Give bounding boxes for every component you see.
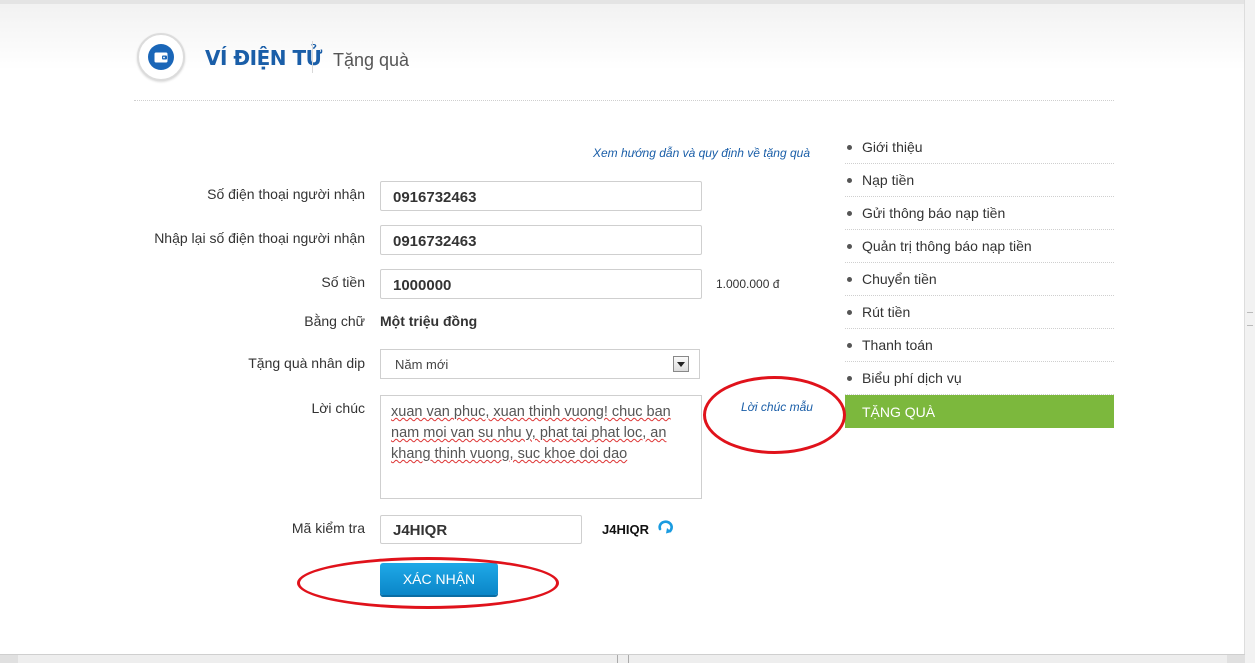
bullet-icon — [847, 178, 852, 183]
sidebar-item-label: Thanh toán — [862, 337, 933, 353]
occasion-selected-value: Năm mới — [395, 357, 449, 372]
sidebar-item-bieu-phi[interactable]: Biểu phí dịch vụ — [845, 362, 1114, 395]
occasion-select[interactable]: Năm mới — [380, 349, 700, 379]
dropdown-arrow-icon[interactable] — [673, 356, 689, 372]
sidebar-item-nap-tien[interactable]: Nạp tiền — [845, 164, 1114, 197]
wallet-logo — [137, 33, 185, 81]
bullet-icon — [847, 376, 852, 381]
amount-input[interactable]: 1000000 — [380, 269, 702, 299]
scroll-left-icon[interactable] — [0, 655, 18, 663]
browser-top-edge — [0, 0, 1255, 4]
annotation-ellipse-sample — [703, 376, 846, 454]
sidebar-item-label: Chuyển tiền — [862, 271, 937, 287]
refresh-icon[interactable] — [656, 518, 676, 536]
sidebar-item-tang-qua[interactable]: TẶNG QUÀ — [845, 395, 1114, 428]
captcha-label: Mã kiểm tra — [291, 520, 365, 536]
bullet-icon — [847, 343, 852, 348]
page-subtitle: Tặng quà — [333, 50, 410, 70]
sidebar-item-label: Biểu phí dịch vụ — [862, 370, 962, 386]
sidebar-item-label: Nạp tiền — [862, 172, 915, 188]
occasion-label: Tặng quà nhân dip — [248, 355, 365, 371]
scroll-right-icon[interactable] — [1227, 655, 1245, 663]
sidebar-item-thanh-toan[interactable]: Thanh toán — [845, 329, 1114, 362]
sidebar-item-gui-thong-bao[interactable]: Gửi thông báo nạp tiền — [845, 197, 1114, 230]
phone-input[interactable]: 0916732463 — [380, 181, 702, 211]
sidebar-item-label: Rút tiền — [862, 304, 911, 320]
sidebar-menu: Giới thiệu Nạp tiền Gửi thông báo nạp ti… — [845, 131, 1114, 428]
phone-confirm-input[interactable]: 0916732463 — [380, 225, 702, 255]
captcha-image: J4HIQR — [602, 522, 649, 537]
bullet-icon — [847, 211, 852, 216]
bullet-icon — [847, 145, 852, 150]
amount-formatted: 1.000.000 đ — [716, 277, 780, 291]
sidebar-item-label: Quản trị thông báo nạp tiền — [862, 238, 1032, 254]
sidebar-item-quan-tri-thong-bao[interactable]: Quản trị thông báo nạp tiền — [845, 230, 1114, 263]
amount-in-words: Một triệu đồng — [380, 313, 478, 329]
sidebar-item-label: Gửi thông báo nạp tiền — [862, 205, 1006, 221]
sidebar-item-label: Giới thiệu — [862, 139, 923, 155]
bullet-icon — [847, 310, 852, 315]
captcha-input[interactable]: J4HIQR — [380, 515, 582, 544]
message-label: Lời chúc — [311, 400, 365, 416]
wallet-icon — [148, 44, 174, 70]
phone-label: Số điện thoại người nhận — [207, 186, 365, 202]
header-separator — [134, 100, 1114, 101]
bullet-icon — [847, 244, 852, 249]
scroll-grip[interactable] — [617, 655, 629, 663]
sidebar-item-gioi-thieu[interactable]: Giới thiệu — [845, 131, 1114, 164]
header-divider — [312, 41, 313, 73]
phone-confirm-label: Nhập lại số điện thoại người nhận — [154, 230, 365, 246]
bullet-icon — [847, 277, 852, 282]
vertical-scrollbar[interactable] — [1244, 0, 1255, 663]
sidebar-item-label: TẶNG QUÀ — [862, 403, 936, 420]
annotation-ellipse-submit — [297, 557, 559, 609]
sidebar-item-rut-tien[interactable]: Rút tiền — [845, 296, 1114, 329]
message-textarea[interactable]: xuan van phuc, xuan thinh vuong! chuc ba… — [380, 395, 702, 499]
page-top-band — [0, 0, 1255, 70]
guide-link[interactable]: Xem hướng dẫn và quy định về tặng quà — [593, 146, 810, 160]
sidebar-item-chuyen-tien[interactable]: Chuyển tiền — [845, 263, 1114, 296]
words-label: Bằng chữ — [304, 313, 365, 329]
horizontal-scrollbar[interactable] — [0, 654, 1245, 663]
brand-title: VÍ ĐIỆN TỬ — [205, 46, 322, 70]
amount-label: Số tiền — [321, 274, 365, 290]
